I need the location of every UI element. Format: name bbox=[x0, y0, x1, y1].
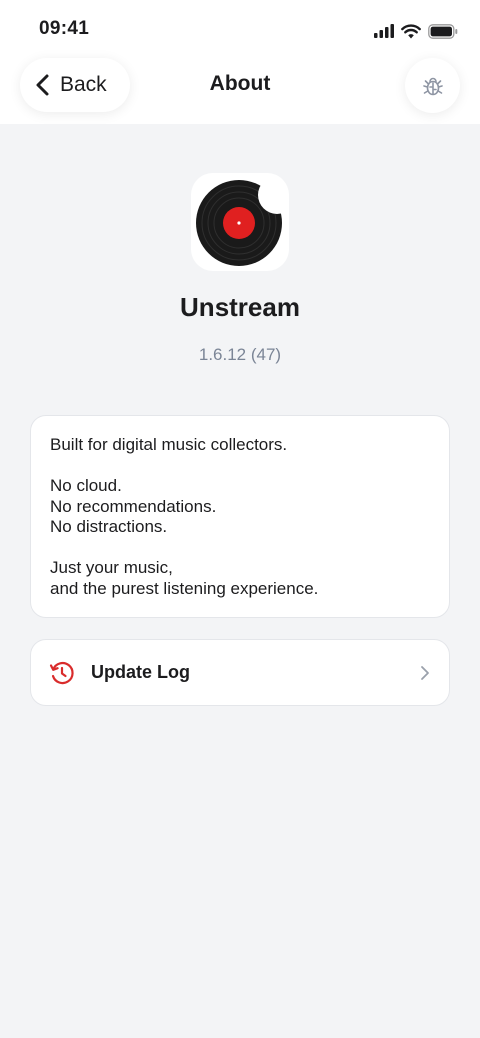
update-log-label: Update Log bbox=[91, 662, 190, 682]
description-line: No distractions. bbox=[50, 517, 168, 536]
description-paragraph: Built for digital music collectors. bbox=[50, 435, 430, 456]
status-bar: 09:41 bbox=[0, 0, 480, 58]
description-line: No recommendations. bbox=[50, 496, 217, 516]
history-icon bbox=[49, 661, 74, 684]
status-icons bbox=[374, 22, 458, 40]
app-icon bbox=[191, 173, 289, 271]
description-line: No cloud. bbox=[50, 476, 122, 495]
debug-button[interactable] bbox=[405, 58, 460, 113]
description-line: and the purest listening experience. bbox=[50, 578, 319, 598]
description-paragraph: Just your music, and the purest listenin… bbox=[50, 558, 430, 599]
vinyl-record-icon bbox=[196, 180, 282, 266]
description-paragraph: No cloud. No recommendations. No distrac… bbox=[50, 476, 430, 538]
update-log-row[interactable]: Update Log bbox=[30, 639, 450, 706]
chevron-right-icon bbox=[421, 665, 429, 680]
status-time: 09:41 bbox=[39, 18, 90, 39]
battery-icon bbox=[428, 23, 458, 39]
app-version: 1.6.12 (47) bbox=[198, 345, 282, 364]
description-line: Built for digital music collectors. bbox=[50, 435, 288, 454]
app-name: Unstream bbox=[180, 292, 300, 322]
description-line: Just your music, bbox=[50, 558, 173, 577]
description-card: Built for digital music collectors. No c… bbox=[30, 415, 450, 618]
wifi-icon bbox=[401, 23, 421, 38]
bug-icon bbox=[422, 77, 443, 95]
cellular-signal-icon bbox=[374, 24, 394, 38]
